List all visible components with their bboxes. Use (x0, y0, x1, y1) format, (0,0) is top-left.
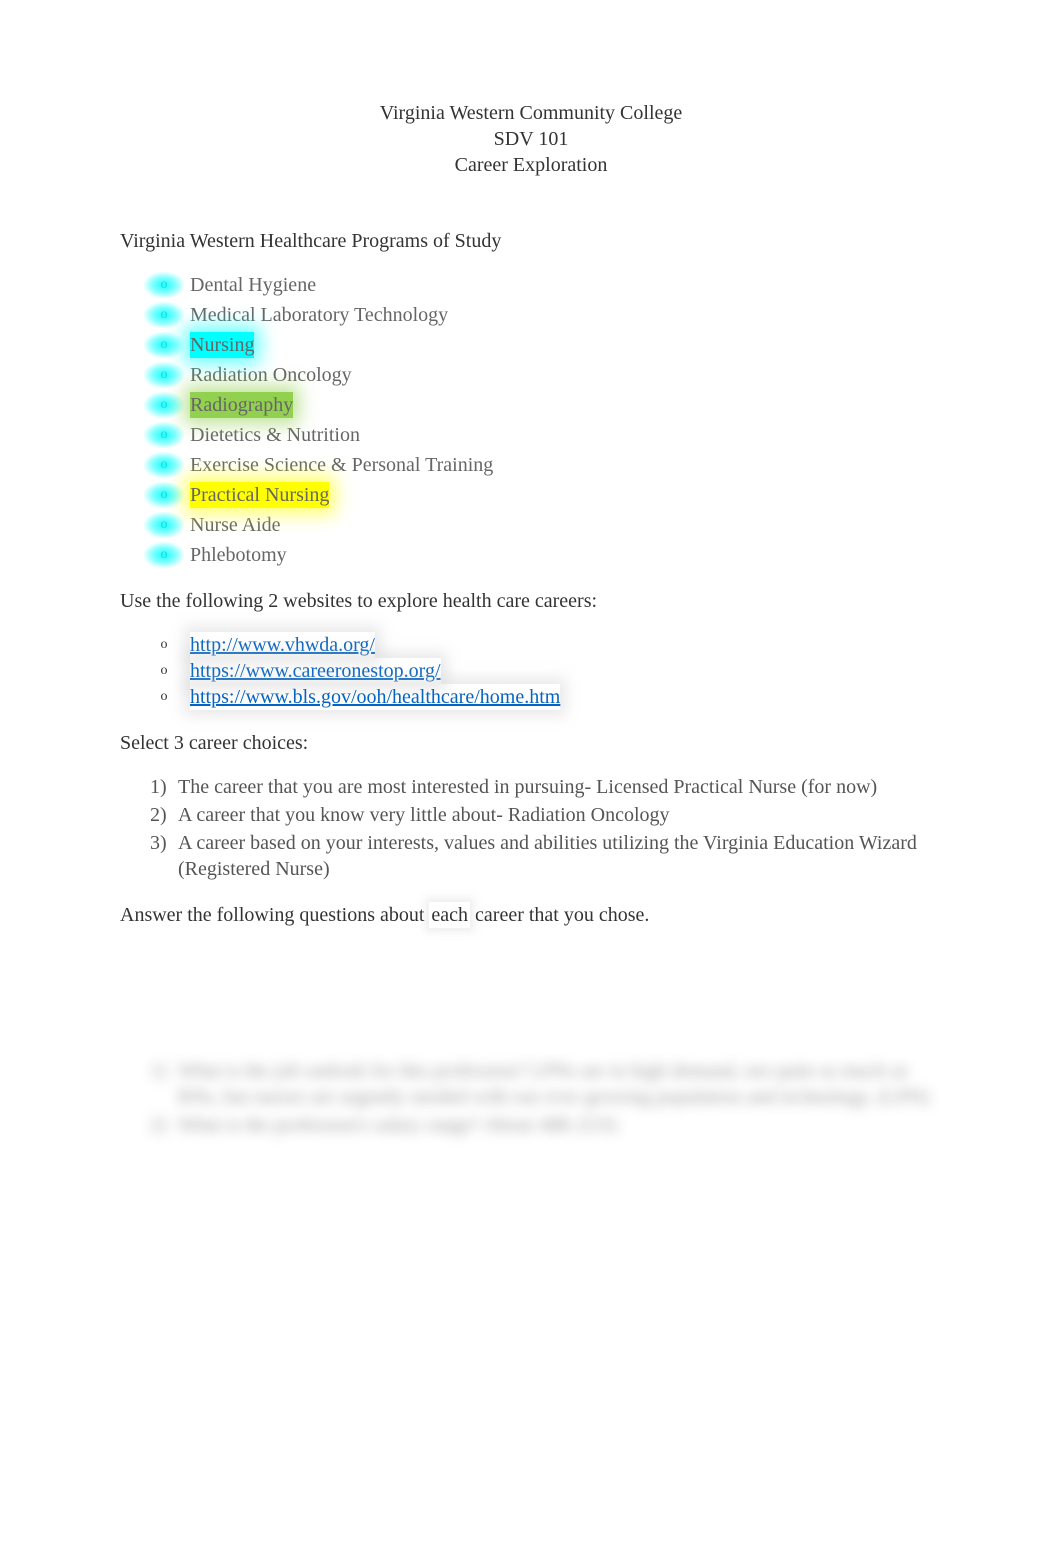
bullet-icon: o (150, 486, 178, 504)
program-label: Phlebotomy (190, 542, 287, 568)
program-item: o Dietetics & Nutrition (150, 422, 942, 448)
bullet-icon: o (150, 662, 178, 680)
bullet-icon: o (150, 456, 178, 474)
blurred-preview: 1) What is the job outlook for this prof… (120, 1058, 942, 1138)
header-course: SDV 101 (120, 126, 942, 152)
link-item: o http://www.vhwda.org/ (150, 632, 942, 658)
career-choice-item: 2) A career that you know very little ab… (150, 802, 942, 828)
bullet-icon: o (150, 336, 178, 354)
bullet-icon: o (150, 636, 178, 654)
program-label-highlighted: Radiography (190, 392, 293, 418)
program-label: Exercise Science & Personal Training (190, 452, 493, 478)
program-label: Dietetics & Nutrition (190, 422, 360, 448)
career-choice-item: 3) A career based on your interests, val… (150, 830, 942, 882)
career-choice-item: 1) The career that you are most interest… (150, 774, 942, 800)
bullet-icon: o (150, 276, 178, 294)
bullet-icon: o (150, 546, 178, 564)
bullet-icon: o (150, 366, 178, 384)
program-item: o Phlebotomy (150, 542, 942, 568)
program-item: o Exercise Science & Personal Training (150, 452, 942, 478)
link-item: o https://www.careeronestop.org/ (150, 658, 942, 684)
program-item: o Radiation Oncology (150, 362, 942, 388)
bullet-icon: o (150, 426, 178, 444)
instruction-each: each (429, 902, 470, 928)
links-list: o http://www.vhwda.org/ o https://www.ca… (150, 632, 942, 710)
program-item: o Practical Nursing (150, 482, 942, 508)
program-item: o Dental Hygiene (150, 272, 942, 298)
career-choices-list: 1) The career that you are most interest… (150, 774, 942, 882)
blurred-item: 2) What is the profession's salary range… (150, 1112, 942, 1138)
blurred-text: What is the job outlook for this profess… (178, 1058, 942, 1110)
bullet-icon: o (150, 396, 178, 414)
external-link[interactable]: https://www.bls.gov/ooh/healthcare/home.… (190, 684, 560, 710)
bullet-icon: o (150, 306, 178, 324)
program-label-highlighted: Nursing (190, 332, 254, 358)
program-item: o Medical Laboratory Technology (150, 302, 942, 328)
instruction-prefix: Answer the following questions about (120, 904, 429, 926)
header-title: Career Exploration (120, 152, 942, 178)
career-choices-title: Select 3 career choices: (120, 730, 942, 756)
blurred-list: 1) What is the job outlook for this prof… (150, 1058, 942, 1138)
list-number: 3) (150, 830, 178, 882)
blurred-text: What is the profession's salary range? A… (178, 1112, 942, 1138)
external-link[interactable]: http://www.vhwda.org/ (190, 632, 375, 658)
list-number: 1) (150, 1058, 178, 1110)
blurred-item: 1) What is the job outlook for this prof… (150, 1058, 942, 1110)
instruction-suffix: career that you chose. (470, 904, 649, 926)
program-label: Medical Laboratory Technology (190, 302, 448, 328)
bullet-icon: o (150, 516, 178, 534)
programs-section-title: Virginia Western Healthcare Programs of … (120, 228, 942, 254)
answer-instruction: Answer the following questions about eac… (120, 902, 942, 928)
link-item: o https://www.bls.gov/ooh/healthcare/hom… (150, 684, 942, 710)
program-item: o Nurse Aide (150, 512, 942, 538)
programs-list: o Dental Hygiene o Medical Laboratory Te… (150, 272, 942, 568)
list-number: 1) (150, 774, 178, 800)
career-choice-text: A career based on your interests, values… (178, 830, 942, 882)
career-choice-text: A career that you know very little about… (178, 802, 942, 828)
external-link[interactable]: https://www.careeronestop.org/ (190, 658, 441, 684)
program-item: o Radiography (150, 392, 942, 418)
header-college: Virginia Western Community College (120, 100, 942, 126)
program-label-highlighted: Practical Nursing (190, 482, 329, 508)
websites-section-title: Use the following 2 websites to explore … (120, 588, 942, 614)
program-label: Nurse Aide (190, 512, 281, 538)
program-label: Radiation Oncology (190, 362, 352, 388)
career-choice-text: The career that you are most interested … (178, 774, 942, 800)
list-number: 2) (150, 802, 178, 828)
program-item: o Nursing (150, 332, 942, 358)
document-header: Virginia Western Community College SDV 1… (120, 100, 942, 178)
program-label: Dental Hygiene (190, 272, 316, 298)
list-number: 2) (150, 1112, 178, 1138)
bullet-icon: o (150, 688, 178, 706)
